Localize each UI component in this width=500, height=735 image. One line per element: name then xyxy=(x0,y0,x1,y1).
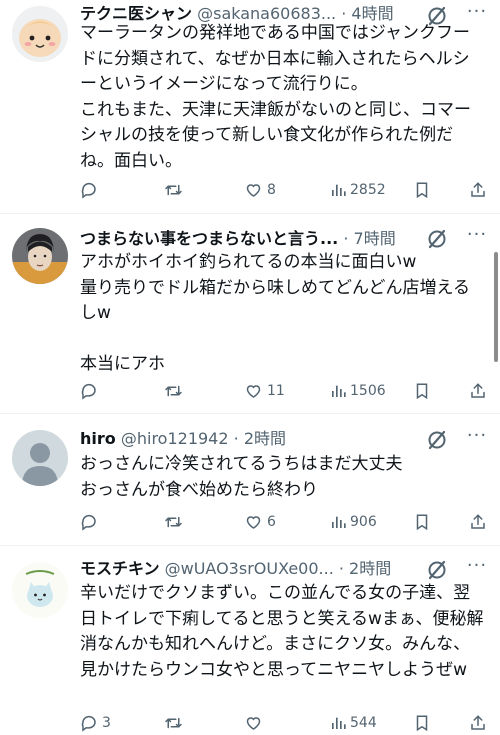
retweet-icon xyxy=(165,385,182,397)
like-icon xyxy=(246,717,261,730)
reply-icon xyxy=(81,383,96,400)
like-button[interactable] xyxy=(244,712,267,734)
share-button[interactable] xyxy=(469,712,487,734)
share-button[interactable] xyxy=(469,179,487,201)
views-button[interactable]: 2852 xyxy=(330,179,386,201)
like-icon xyxy=(246,385,261,398)
grok-icon[interactable] xyxy=(426,228,448,250)
username[interactable]: @wUAO3srOUXe00... xyxy=(165,559,334,578)
display-name[interactable]: つまらない事をつまらないと言う... xyxy=(80,229,338,248)
bookmark-button[interactable] xyxy=(414,712,430,734)
avatar[interactable] xyxy=(12,430,68,486)
tweet-actions: 6 906 xyxy=(80,511,486,533)
retweet-button[interactable] xyxy=(164,511,187,533)
like-button[interactable]: 11 xyxy=(244,380,285,402)
retweet-icon xyxy=(165,184,182,196)
bookmark-icon xyxy=(416,715,428,732)
reply-icon xyxy=(81,182,96,199)
reply-button[interactable] xyxy=(80,179,102,201)
grok-icon[interactable] xyxy=(426,559,448,581)
views-icon xyxy=(332,184,346,196)
reply-button[interactable] xyxy=(80,511,102,533)
retweet-icon xyxy=(165,516,182,528)
views-button[interactable]: 906 xyxy=(330,511,377,533)
view-count: 906 xyxy=(350,514,377,530)
views-button[interactable]: 1506 xyxy=(330,380,386,402)
timestamp[interactable]: · 2時間 xyxy=(339,559,391,578)
grok-icon[interactable] xyxy=(426,429,448,451)
like-count: 8 xyxy=(267,182,276,198)
like-count: 6 xyxy=(267,514,276,530)
views-icon xyxy=(332,385,346,397)
share-button[interactable] xyxy=(469,380,487,402)
tweet-actions: 8 2852 xyxy=(80,179,486,201)
like-button[interactable]: 8 xyxy=(244,179,276,201)
share-icon xyxy=(471,514,485,529)
tweet[interactable]: つまらない事をつまらないと言う... · 7時間 ··· アホがホイホイ釣られて… xyxy=(0,214,500,413)
avatar[interactable] xyxy=(12,562,68,618)
tweet-text: マーラータンの発祥地である中国ではジャンクフードに分類されて、なぜか日本に輸入さ… xyxy=(80,23,471,171)
share-icon xyxy=(471,715,485,730)
views-button[interactable]: 544 xyxy=(330,712,377,734)
display-name[interactable]: モスチキン xyxy=(80,559,160,578)
retweet-button[interactable] xyxy=(164,712,187,734)
tweet[interactable]: モスチキン @wUAO3srOUXe00... · 2時間 ··· 辛いだけでク… xyxy=(0,546,500,735)
scrollbar[interactable] xyxy=(494,252,498,362)
bookmark-icon xyxy=(416,182,428,199)
timestamp[interactable]: · 7時間 xyxy=(343,229,395,248)
more-icon[interactable]: ··· xyxy=(464,427,490,451)
retweet-icon xyxy=(165,717,182,729)
like-count: 11 xyxy=(267,383,285,399)
retweet-button[interactable] xyxy=(164,179,187,201)
retweet-button[interactable] xyxy=(164,380,187,402)
bookmark-button[interactable] xyxy=(414,380,430,402)
tweet-actions: 3 544 xyxy=(80,712,486,734)
view-count: 544 xyxy=(350,715,377,731)
like-icon xyxy=(246,516,261,529)
like-button[interactable]: 6 xyxy=(244,511,276,533)
avatar[interactable] xyxy=(12,6,68,62)
reply-count: 3 xyxy=(102,715,111,731)
reply-button[interactable] xyxy=(80,380,102,402)
display-name[interactable]: hiro xyxy=(80,429,116,448)
username[interactable]: @hiro121942 xyxy=(121,429,229,448)
tweet[interactable]: テクニ医シャン @sakana60683... · 4時間 ··· マーラータン… xyxy=(0,0,500,213)
tweet-text: 辛いだけでクソまずい。この並んでる女の子達、翌日トイレで下痢してると思うと笑える… xyxy=(80,583,484,680)
reply-icon xyxy=(81,715,96,732)
avatar[interactable] xyxy=(12,228,68,284)
views-icon xyxy=(332,516,346,528)
timestamp[interactable]: · 2時間 xyxy=(234,429,286,448)
reply-button[interactable]: 3 xyxy=(80,712,111,734)
more-icon[interactable]: ··· xyxy=(464,226,490,250)
share-icon xyxy=(471,383,485,398)
tweet-text: おっさんに冷笑されてるうちはまだ大丈夫 おっさんが食べ始めたら終わり xyxy=(80,454,403,500)
view-count: 1506 xyxy=(350,383,386,399)
more-icon[interactable]: ··· xyxy=(464,557,490,581)
share-button[interactable] xyxy=(469,511,487,533)
tweet-actions: 11 1506 xyxy=(80,380,486,402)
views-icon xyxy=(332,717,346,729)
view-count: 2852 xyxy=(350,182,386,198)
reply-icon xyxy=(81,514,96,531)
bookmark-button[interactable] xyxy=(414,511,430,533)
share-icon xyxy=(471,182,485,197)
tweet-text: アホがホイホイ釣られてるの本当に面白いw 量り売りでドル箱だから味しめてどんどん… xyxy=(80,252,470,374)
tweet[interactable]: hiro @hiro121942 · 2時間 ··· おっさんに冷笑されてるうち… xyxy=(0,414,500,545)
bookmark-icon xyxy=(416,383,428,400)
bookmark-button[interactable] xyxy=(414,179,430,201)
bookmark-icon xyxy=(416,514,428,531)
like-icon xyxy=(246,184,261,197)
